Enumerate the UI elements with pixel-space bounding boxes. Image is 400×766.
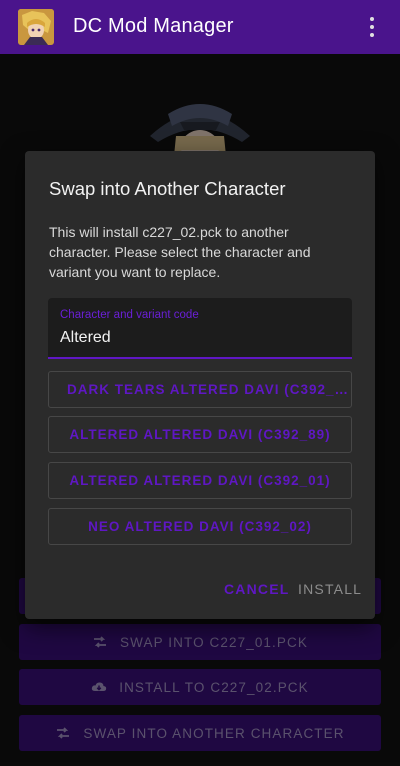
app-logo — [18, 9, 54, 45]
swap-dialog: Swap into Another Character This will in… — [25, 151, 375, 619]
option-altered-altered-davi-01[interactable]: ALTERED ALTERED DAVI (C392_01) — [48, 462, 352, 499]
screen: DC Mod Manager SWAP INTO C227_01.PCK INS… — [0, 0, 400, 766]
option-dark-tears-altered-davi[interactable]: DARK TEARS ALTERED DAVI (C392_… — [48, 371, 352, 408]
install-button[interactable]: INSTALL — [298, 581, 362, 597]
app-bar: DC Mod Manager — [0, 0, 400, 54]
app-title: DC Mod Manager — [73, 15, 234, 37]
overflow-menu-icon[interactable] — [362, 15, 382, 39]
cancel-button[interactable]: CANCEL — [224, 581, 290, 597]
dialog-actions: CANCEL INSTALL — [25, 581, 375, 605]
option-neo-altered-davi[interactable]: NEO ALTERED DAVI (C392_02) — [48, 508, 352, 545]
option-altered-altered-davi-89[interactable]: ALTERED ALTERED DAVI (C392_89) — [48, 416, 352, 453]
character-code-field[interactable]: Character and variant code Altered — [48, 298, 352, 359]
field-value[interactable]: Altered — [60, 329, 111, 347]
dialog-message: This will install c227_02.pck to another… — [49, 224, 311, 280]
dialog-title: Swap into Another Character — [49, 178, 286, 199]
field-label: Character and variant code — [60, 309, 199, 321]
